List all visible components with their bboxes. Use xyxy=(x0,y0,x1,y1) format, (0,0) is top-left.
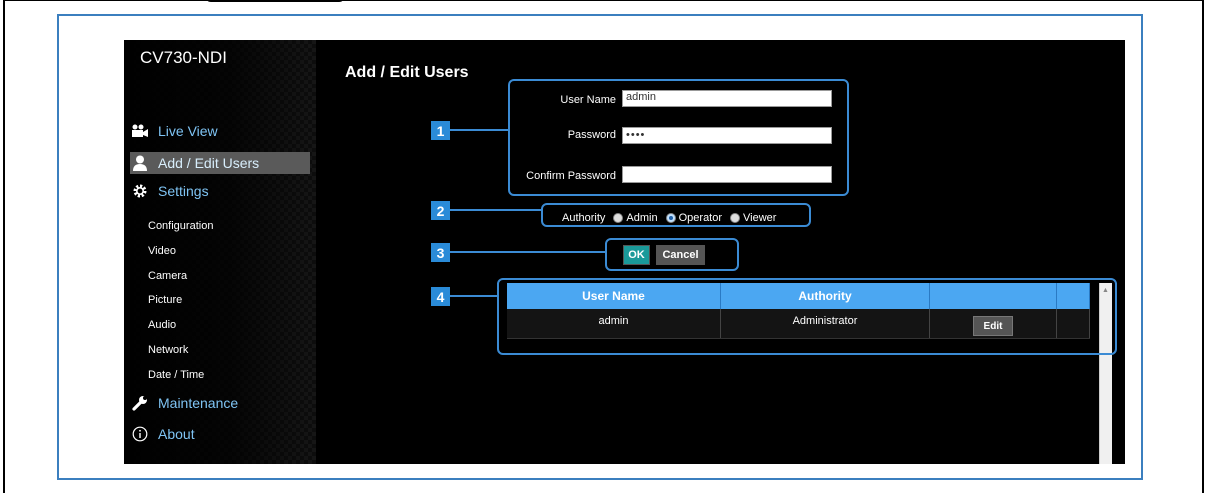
sidebar: CV730-NDI Live View Add / Edit Users Set… xyxy=(124,40,316,464)
nav-add-edit-users-label: Add / Edit Users xyxy=(158,155,260,171)
brand-title: CV730-NDI xyxy=(140,48,227,67)
callout-leader-2 xyxy=(450,209,541,211)
nav-sub-audio[interactable]: Audio xyxy=(148,319,176,331)
callout-badge-2: 2 xyxy=(431,201,450,220)
nav-sub-camera[interactable]: Camera xyxy=(148,270,187,282)
callout-badge-4: 4 xyxy=(431,287,450,306)
nav-maintenance-label: Maintenance xyxy=(158,395,239,411)
callout-leader-3 xyxy=(450,251,605,253)
callout-box-users-table xyxy=(497,278,1117,355)
document-heading-fragment xyxy=(205,0,345,2)
user-icon xyxy=(130,154,150,172)
nav-settings-label: Settings xyxy=(158,183,209,199)
camera-icon xyxy=(130,122,150,140)
nav-maintenance[interactable]: Maintenance xyxy=(130,392,310,414)
callout-box-authority xyxy=(541,203,811,227)
nav-sub-picture[interactable]: Picture xyxy=(148,294,182,306)
document-border-left xyxy=(3,0,5,493)
nav-add-edit-users[interactable]: Add / Edit Users xyxy=(130,152,310,174)
wrench-icon xyxy=(130,394,150,412)
callout-leader-1 xyxy=(450,129,508,131)
gear-icon xyxy=(130,182,150,200)
nav-about-label: About xyxy=(158,426,195,442)
nav-sub-date-time[interactable]: Date / Time xyxy=(148,369,204,381)
callout-box-credentials xyxy=(508,79,849,196)
document-border-right xyxy=(1202,0,1204,493)
callout-box-buttons xyxy=(605,238,739,271)
callout-leader-4 xyxy=(450,295,497,297)
nav-live-view-label: Live View xyxy=(158,123,218,139)
callout-badge-1: 1 xyxy=(431,121,450,140)
document-border-top xyxy=(5,0,1204,1)
nav-sub-video[interactable]: Video xyxy=(148,245,176,257)
nav-sub-configuration[interactable]: Configuration xyxy=(148,220,213,232)
callout-badge-3: 3 xyxy=(431,243,450,262)
info-icon xyxy=(130,425,150,443)
page-title: Add / Edit Users xyxy=(345,64,469,81)
nav-sub-network[interactable]: Network xyxy=(148,344,188,356)
nav-settings[interactable]: Settings xyxy=(130,180,310,202)
nav-live-view[interactable]: Live View xyxy=(130,120,310,142)
nav-about[interactable]: About xyxy=(130,423,310,445)
